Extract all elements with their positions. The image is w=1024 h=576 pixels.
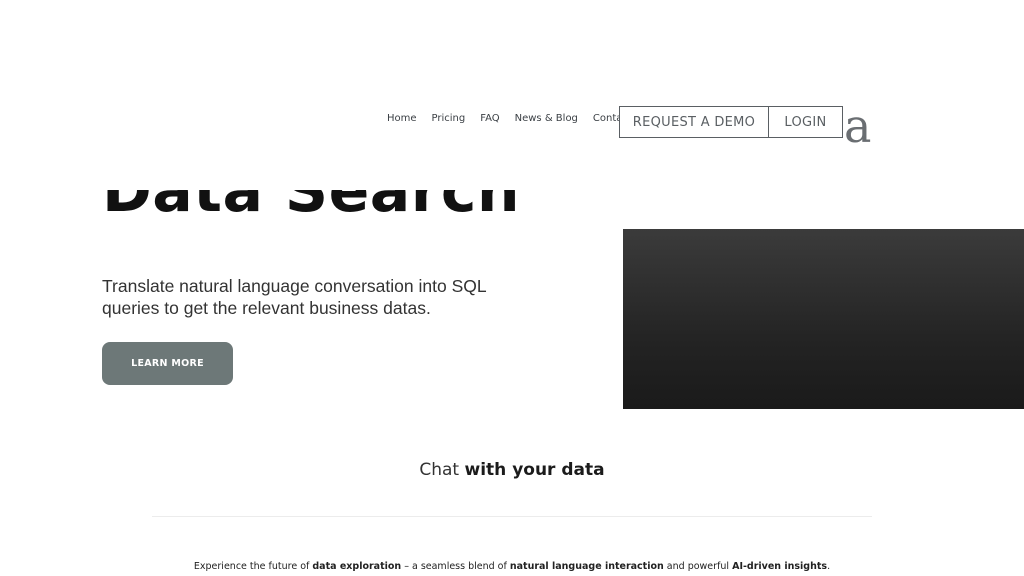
nav-link-news-blog[interactable]: News & Blog [515, 113, 578, 125]
section-tagline: Experience the future of data exploratio… [0, 561, 1024, 572]
section-divider [152, 516, 872, 517]
tagline-text-1: Experience the future of [193, 561, 313, 572]
tagline-bold-2: natural language interaction [509, 561, 664, 572]
hero-title: Data Search [102, 190, 521, 226]
hero-video-panel[interactable] [623, 229, 1024, 409]
logo[interactable]: a [844, 100, 871, 152]
section-title-chat: Chat [419, 460, 460, 480]
tagline-bold-3: AI-driven insights [732, 561, 828, 572]
tagline-bold-1: data exploration [312, 561, 402, 572]
nav-link-pricing[interactable]: Pricing [432, 113, 466, 125]
tagline-text-2: – a seamless blend of [401, 561, 510, 572]
request-demo-button[interactable]: REQUEST A DEMO [619, 106, 769, 138]
nav-link-home[interactable]: Home [387, 113, 417, 125]
login-button[interactable]: LOGIN [768, 106, 843, 138]
tagline-text-4: . [827, 561, 831, 572]
nav-link-faq[interactable]: FAQ [480, 113, 499, 125]
main-nav: Home Pricing FAQ News & Blog Contact [387, 106, 632, 138]
section-title-rest: with your data [464, 460, 605, 480]
hero-title-clip: Data Search [100, 190, 580, 242]
learn-more-button[interactable]: LEARN MORE [102, 342, 233, 385]
tagline-text-3: and powerful [663, 561, 733, 572]
section-title: Chat with your data [0, 460, 1024, 480]
hero-subtitle: Translate natural language conversation … [102, 276, 486, 318]
